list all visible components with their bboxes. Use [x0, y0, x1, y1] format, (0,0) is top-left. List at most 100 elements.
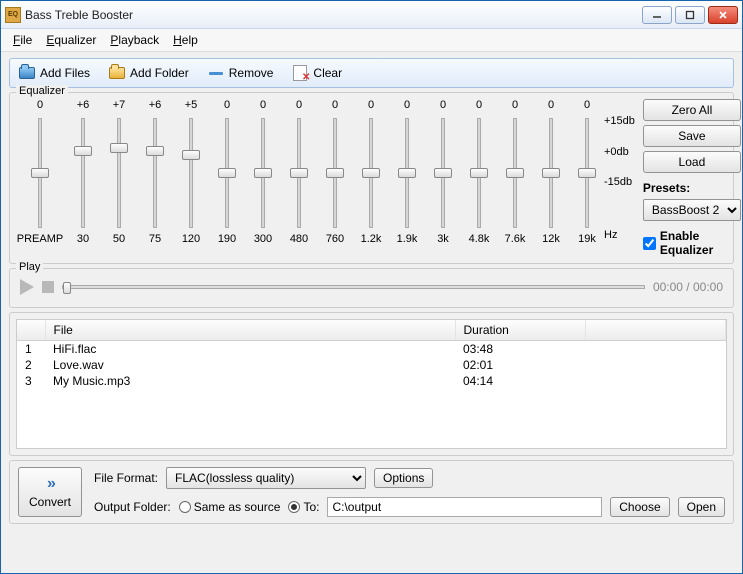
- slider-thumb[interactable]: [326, 168, 344, 178]
- open-button[interactable]: Open: [678, 497, 725, 517]
- slider-thumb[interactable]: [506, 168, 524, 178]
- slider-track[interactable]: [189, 118, 193, 228]
- minimize-button[interactable]: [642, 6, 672, 24]
- load-button[interactable]: Load: [643, 151, 741, 173]
- slider-thumb[interactable]: [362, 168, 380, 178]
- progress-slider[interactable]: [62, 285, 645, 289]
- eq-slider-190[interactable]: 0 190: [212, 99, 242, 257]
- presets-select[interactable]: BassBoost 2: [643, 199, 741, 221]
- file-format-select[interactable]: FLAC(lossless quality): [166, 467, 366, 489]
- convert-icon: »: [47, 475, 53, 493]
- equalizer-label: Equalizer: [16, 85, 68, 97]
- eq-slider-3k[interactable]: 03k: [428, 99, 458, 257]
- slider-thumb[interactable]: [578, 168, 596, 178]
- slider-freq-label: 190: [218, 233, 236, 245]
- menu-help[interactable]: Help: [167, 31, 204, 49]
- minus-icon: [207, 65, 225, 81]
- eq-slider-480[interactable]: 0480: [284, 99, 314, 257]
- enable-equalizer-checkbox[interactable]: Enable Equalizer: [643, 229, 741, 257]
- table-row[interactable]: 1HiFi.flac03:48: [17, 341, 726, 358]
- titlebar: EQ Bass Treble Booster: [1, 1, 742, 29]
- output-path-input[interactable]: [327, 497, 602, 517]
- slider-track[interactable]: [81, 118, 85, 228]
- slider-thumb[interactable]: [434, 168, 452, 178]
- zero-all-button[interactable]: Zero All: [643, 99, 741, 121]
- table-row[interactable]: 3My Music.mp304:14: [17, 373, 726, 389]
- slider-thumb[interactable]: [542, 168, 560, 178]
- window-controls: [642, 6, 738, 24]
- clear-button[interactable]: Clear: [289, 63, 344, 83]
- remove-button[interactable]: Remove: [205, 63, 276, 83]
- slider-track[interactable]: [117, 118, 121, 228]
- options-button[interactable]: Options: [374, 468, 433, 488]
- slider-thumb[interactable]: [74, 146, 92, 156]
- convert-button[interactable]: » Convert: [18, 467, 82, 517]
- choose-button[interactable]: Choose: [610, 497, 669, 517]
- slider-thumb[interactable]: [218, 168, 236, 178]
- eq-slider-120[interactable]: +5120: [176, 99, 206, 257]
- eq-slider-30[interactable]: +630: [68, 99, 98, 257]
- slider-value: +6: [149, 99, 162, 113]
- slider-value: 0: [548, 99, 554, 113]
- slider-track[interactable]: [585, 118, 589, 228]
- slider-track[interactable]: [333, 118, 337, 228]
- eq-slider-7.6k[interactable]: 0 7.6k: [500, 99, 530, 257]
- eq-slider-75[interactable]: +675: [140, 99, 170, 257]
- add-folder-button[interactable]: Add Folder: [106, 63, 191, 83]
- file-list[interactable]: File Duration 1HiFi.flac03:482Love.wav02…: [16, 319, 727, 449]
- maximize-button[interactable]: [675, 6, 705, 24]
- slider-track[interactable]: [153, 118, 157, 228]
- output-folder-label: Output Folder:: [94, 500, 171, 514]
- slider-track[interactable]: [261, 118, 265, 228]
- eq-slider-19k[interactable]: 019k: [572, 99, 602, 257]
- col-header-num[interactable]: [17, 320, 45, 341]
- app-window: EQ Bass Treble Booster Fdocument.current…: [0, 0, 743, 574]
- slider-value: 0: [224, 99, 230, 113]
- slider-track[interactable]: [513, 118, 517, 228]
- progress-thumb[interactable]: [63, 282, 71, 294]
- slider-thumb[interactable]: [398, 168, 416, 178]
- slider-value: 0: [512, 99, 518, 113]
- slider-track[interactable]: [225, 118, 229, 228]
- slider-track[interactable]: [297, 118, 301, 228]
- slider-track[interactable]: [405, 118, 409, 228]
- slider-thumb[interactable]: [254, 168, 272, 178]
- col-header-file[interactable]: File: [45, 320, 455, 341]
- eq-slider-50[interactable]: +750: [104, 99, 134, 257]
- table-row[interactable]: 2Love.wav02:01: [17, 357, 726, 373]
- slider-freq-label: 7.6k: [505, 233, 526, 245]
- eq-slider-300[interactable]: 0300: [248, 99, 278, 257]
- col-header-duration[interactable]: Duration: [455, 320, 586, 341]
- to-radio[interactable]: To:: [288, 500, 319, 514]
- menu-file[interactable]: Fdocument.currentScript.previousElementS…: [7, 31, 38, 49]
- slider-thumb[interactable]: [31, 168, 49, 178]
- eq-slider-12k[interactable]: 012k: [536, 99, 566, 257]
- slider-thumb[interactable]: [470, 168, 488, 178]
- eq-slider-760[interactable]: 0760: [320, 99, 350, 257]
- play-panel: Play 00:00 / 00:00: [9, 268, 734, 308]
- db-scale: +15db +0db -15db Hz: [602, 99, 635, 257]
- convert-panel: » Convert File Format: FLAC(lossless qua…: [9, 460, 734, 524]
- same-as-source-radio[interactable]: Same as source: [179, 500, 281, 514]
- slider-track[interactable]: [38, 118, 42, 228]
- slider-thumb[interactable]: [182, 150, 200, 160]
- slider-value: +7: [113, 99, 126, 113]
- play-button[interactable]: [20, 279, 34, 295]
- menu-playback[interactable]: Playback: [104, 31, 165, 49]
- slider-track[interactable]: [477, 118, 481, 228]
- slider-track[interactable]: [441, 118, 445, 228]
- slider-track[interactable]: [549, 118, 553, 228]
- slider-thumb[interactable]: [146, 146, 164, 156]
- slider-thumb[interactable]: [110, 143, 128, 153]
- eq-slider-preamp[interactable]: 0PREAMP: [18, 99, 62, 257]
- save-button[interactable]: Save: [643, 125, 741, 147]
- slider-track[interactable]: [369, 118, 373, 228]
- slider-thumb[interactable]: [290, 168, 308, 178]
- eq-slider-1.9k[interactable]: 01.9k: [392, 99, 422, 257]
- menu-equalizer[interactable]: Equalizer: [40, 31, 102, 49]
- add-files-button[interactable]: Add Files: [16, 63, 92, 83]
- close-button[interactable]: [708, 6, 738, 24]
- stop-button[interactable]: [42, 281, 54, 293]
- eq-slider-1.2k[interactable]: 01.2k: [356, 99, 386, 257]
- eq-slider-4.8k[interactable]: 04.8k: [464, 99, 494, 257]
